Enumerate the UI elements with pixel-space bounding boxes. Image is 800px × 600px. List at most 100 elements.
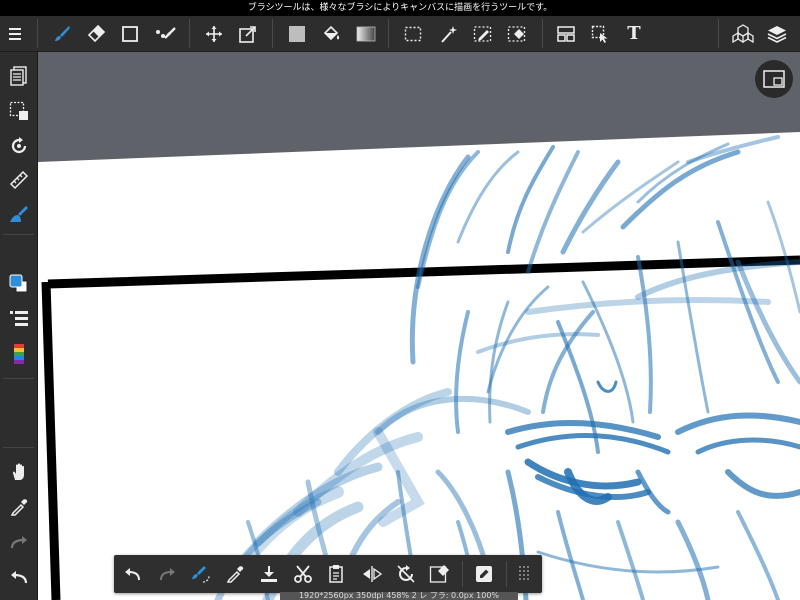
layer-icon	[9, 66, 27, 86]
bucket-tool-button[interactable]	[315, 16, 347, 51]
navigator-button[interactable]	[755, 60, 793, 98]
left-sidebar	[0, 52, 38, 600]
sidebar-divider	[3, 234, 34, 235]
flip-icon	[363, 566, 383, 582]
brush-list-icon	[9, 311, 28, 326]
fill-color-button[interactable]	[281, 16, 313, 51]
sidebar-divider	[3, 447, 34, 448]
magic-wand-icon	[441, 25, 457, 43]
ruler-icon	[9, 170, 28, 190]
bucket-icon	[323, 25, 340, 40]
select-eraser-icon	[507, 25, 526, 42]
dot-tool-button[interactable]	[150, 16, 182, 51]
quick-brush-icon	[192, 566, 210, 583]
eraser-tool-button[interactable]	[80, 16, 112, 51]
toolbar-divider	[542, 19, 543, 48]
canvas-info-strip: 1920*2560px 350dpi 458% 2 レ ブラ: 0.0px 10…	[280, 592, 518, 600]
layers-icon	[767, 25, 787, 43]
brush-icon	[55, 25, 70, 41]
top-toolbar: T	[0, 16, 800, 52]
shape-icon	[122, 25, 138, 42]
status-bar: ブラシツールは、様々なブラシによりキャンバスに描画を行うツールです。	[0, 0, 800, 16]
paste-button[interactable]	[321, 558, 353, 590]
page-sheet	[38, 132, 800, 600]
redo-icon	[10, 536, 27, 549]
move-tool-button[interactable]	[198, 16, 230, 51]
pen-settings-button[interactable]	[0, 198, 37, 230]
materials-icon	[732, 23, 754, 43]
select-eraser-button[interactable]	[501, 16, 533, 51]
navigator-icon	[763, 70, 785, 88]
operation-tool-button[interactable]	[585, 16, 617, 51]
transform-icon	[239, 25, 256, 43]
materials-button[interactable]	[727, 16, 759, 51]
undo-icon	[125, 568, 140, 581]
operation-icon	[591, 25, 608, 43]
clear-selection-button[interactable]	[424, 558, 456, 590]
layers-button[interactable]	[761, 16, 793, 51]
brush-list-button[interactable]	[0, 303, 37, 335]
command-bar-divider	[462, 561, 463, 587]
menu-icon	[9, 27, 21, 40]
panel-divide-icon	[557, 25, 575, 42]
redo-button[interactable]	[151, 558, 183, 590]
eyedropper-icon	[226, 566, 244, 583]
toolbar-divider	[189, 19, 190, 48]
undo-button[interactable]	[0, 561, 37, 593]
tool-tooltip: ブラシツールは、様々なブラシによりキャンバスに描画を行うツールです。	[247, 3, 553, 13]
quick-brush-button[interactable]	[185, 558, 217, 590]
dot-tool-icon	[156, 26, 176, 39]
edit-button[interactable]	[468, 558, 500, 590]
import-button[interactable]	[253, 558, 285, 590]
drawing-canvas[interactable]	[38, 52, 800, 600]
reset-rotation-button[interactable]	[390, 558, 422, 590]
text-icon: T	[627, 23, 641, 44]
canvas-area[interactable]	[38, 52, 800, 600]
brush-tool-button[interactable]	[46, 16, 78, 51]
paste-icon	[329, 565, 343, 583]
toolbar-divider	[718, 19, 719, 48]
select-rect-icon	[404, 26, 422, 41]
eraser-icon	[87, 24, 106, 42]
cut-button[interactable]	[287, 558, 319, 590]
undo-icon	[10, 571, 27, 584]
transform-tool-button[interactable]	[232, 16, 264, 51]
gradient-icon	[356, 26, 376, 41]
select-pen-icon	[473, 25, 492, 42]
text-tool-button[interactable]: T	[618, 16, 650, 51]
toolbar-divider	[37, 19, 38, 48]
command-bar-divider	[506, 561, 507, 587]
canvas-info-text: 1920*2560px 350dpi 458% 2 レ ブラ: 0.0px 10…	[298, 592, 500, 600]
shape-tool-button[interactable]	[114, 16, 146, 51]
command-bar	[114, 555, 542, 593]
eyedropper-button[interactable]	[219, 558, 251, 590]
select-rect-button[interactable]	[397, 16, 429, 51]
color-button[interactable]	[0, 268, 37, 300]
hand-tool-button[interactable]	[0, 456, 37, 488]
color-palette-icon	[13, 344, 24, 364]
eyedropper-button[interactable]	[0, 491, 37, 523]
gradient-tool-button[interactable]	[350, 16, 382, 51]
rotate-view-button[interactable]	[0, 130, 37, 162]
eyedropper-icon	[10, 499, 27, 516]
color-palette-button[interactable]	[0, 338, 37, 370]
selection-layer-button[interactable]	[0, 95, 37, 127]
redo-button[interactable]	[0, 526, 37, 558]
ruler-button[interactable]	[0, 164, 37, 196]
selection-icon	[9, 101, 28, 120]
menu-button[interactable]	[0, 16, 32, 51]
undo-button[interactable]	[117, 558, 149, 590]
magic-wand-button[interactable]	[433, 16, 465, 51]
flip-horizontal-button[interactable]	[356, 558, 388, 590]
edit-icon	[476, 566, 492, 582]
rotate-icon	[11, 137, 26, 154]
grip-icon	[519, 566, 529, 580]
layer-property-button[interactable]	[0, 60, 37, 92]
select-pen-button[interactable]	[467, 16, 499, 51]
panel-divide-button[interactable]	[550, 16, 582, 51]
clear-selection-icon	[429, 565, 449, 583]
command-bar-grip[interactable]	[508, 558, 540, 590]
redo-icon	[160, 568, 175, 581]
sidebar-divider	[3, 378, 34, 379]
move-icon	[206, 25, 222, 42]
